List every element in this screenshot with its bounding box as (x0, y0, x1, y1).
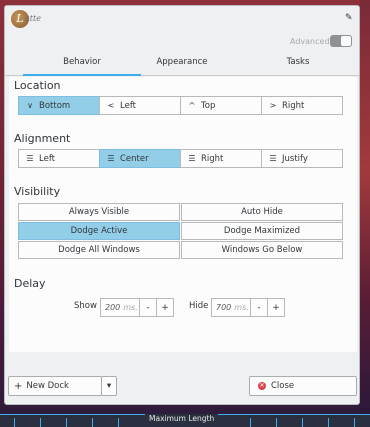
location-heading: Location (14, 79, 61, 92)
align-left-button[interactable]: ☰ Left (18, 149, 100, 168)
align-center-button[interactable]: ☰ Center (99, 149, 181, 168)
advanced-label: Advanced (290, 37, 330, 46)
align-right-icon: ☰ (188, 154, 196, 163)
show-delay-input[interactable]: 200 ms. (100, 298, 140, 317)
visibility-dodge-all-windows-button[interactable]: Dodge All Windows (18, 241, 180, 259)
location-left-button[interactable]: < Left (99, 96, 181, 115)
new-dock-button[interactable]: + New Dock (8, 376, 102, 396)
chevron-down-icon: ∨ (27, 101, 33, 110)
location-right-button[interactable]: > Right (261, 96, 343, 115)
chevron-left-icon: < (107, 101, 115, 110)
chevron-up-icon: ^ (188, 101, 196, 110)
location-right-label: Right (282, 100, 305, 111)
hide-delay-spinbox: 700 ms. - + (211, 298, 285, 317)
alignment-group: ☰ Left ☰ Center ☰ Right ☰ Justify (18, 149, 343, 168)
plus-icon: + (14, 380, 23, 392)
align-justify-button[interactable]: ☰ Justify (261, 149, 343, 168)
latte-logo-text: atte (25, 14, 41, 23)
close-icon: ✕ (258, 382, 266, 390)
location-left-label: Left (120, 100, 136, 111)
align-right-button[interactable]: ☰ Right (180, 149, 262, 168)
visibility-always-visible-button[interactable]: Always Visible (18, 203, 180, 221)
close-label: Close (271, 381, 295, 391)
visibility-dodge-maximized-button[interactable]: Dodge Maximized (181, 222, 343, 240)
advanced-toggle[interactable] (330, 35, 352, 47)
hide-delay-value: 700 (216, 303, 232, 312)
visibility-grid: Always Visible Auto Hide Dodge Active Do… (18, 203, 343, 259)
chevron-down-icon: ▾ (106, 381, 112, 391)
visibility-heading: Visibility (14, 185, 61, 198)
toggle-knob (341, 36, 351, 46)
tab-tasks[interactable]: Tasks (239, 53, 357, 75)
alignment-heading: Alignment (14, 132, 71, 145)
location-top-label: Top (201, 100, 216, 111)
desktop-wallpaper (360, 0, 370, 426)
location-group: ∨ Bottom < Left ^ Top > Right (18, 96, 343, 115)
tab-bar: Behavior Appearance Tasks (5, 53, 359, 76)
align-justify-icon: ☰ (269, 154, 277, 163)
new-dock-label: New Dock (26, 381, 69, 391)
maximum-length-label[interactable]: Maximum Length (145, 414, 219, 423)
show-delay-spinbox: 200 ms. - + (100, 298, 174, 317)
align-center-icon: ☰ (107, 154, 115, 163)
delay-heading: Delay (14, 277, 46, 290)
dock-ruler: Maximum Length (0, 414, 370, 427)
location-bottom-label: Bottom (39, 100, 71, 111)
align-center-label: Center (120, 153, 149, 164)
latte-settings-window: L atte ✎ Advanced Behavior Appearance Ta… (4, 5, 360, 405)
align-justify-label: Justify (282, 153, 308, 164)
location-bottom-button[interactable]: ∨ Bottom (18, 96, 100, 115)
hide-delay-label: Hide (189, 301, 209, 311)
hide-delay-input[interactable]: 700 ms. (211, 298, 251, 317)
hide-delay-unit: ms. (234, 303, 249, 312)
close-button[interactable]: ✕ Close (249, 376, 357, 396)
location-top-button[interactable]: ^ Top (180, 96, 262, 115)
align-left-icon: ☰ (26, 154, 34, 163)
hide-delay-decrement-button[interactable]: - (250, 298, 268, 317)
align-right-label: Right (201, 153, 224, 164)
show-delay-unit: ms. (123, 303, 138, 312)
show-delay-increment-button[interactable]: + (156, 298, 174, 317)
new-dock-dropdown-button[interactable]: ▾ (101, 376, 117, 396)
visibility-windows-go-below-button[interactable]: Windows Go Below (181, 241, 343, 259)
visibility-dodge-active-button[interactable]: Dodge Active (18, 222, 180, 240)
show-delay-value: 200 (105, 303, 121, 312)
pin-icon[interactable]: ✎ (345, 13, 353, 23)
align-left-label: Left (39, 153, 55, 164)
tab-appearance[interactable]: Appearance (123, 53, 241, 75)
title-bar: L atte ✎ (5, 6, 359, 34)
hide-delay-increment-button[interactable]: + (267, 298, 285, 317)
visibility-auto-hide-button[interactable]: Auto Hide (181, 203, 343, 221)
show-delay-decrement-button[interactable]: - (139, 298, 157, 317)
show-delay-label: Show (74, 301, 97, 311)
chevron-right-icon: > (269, 101, 277, 110)
